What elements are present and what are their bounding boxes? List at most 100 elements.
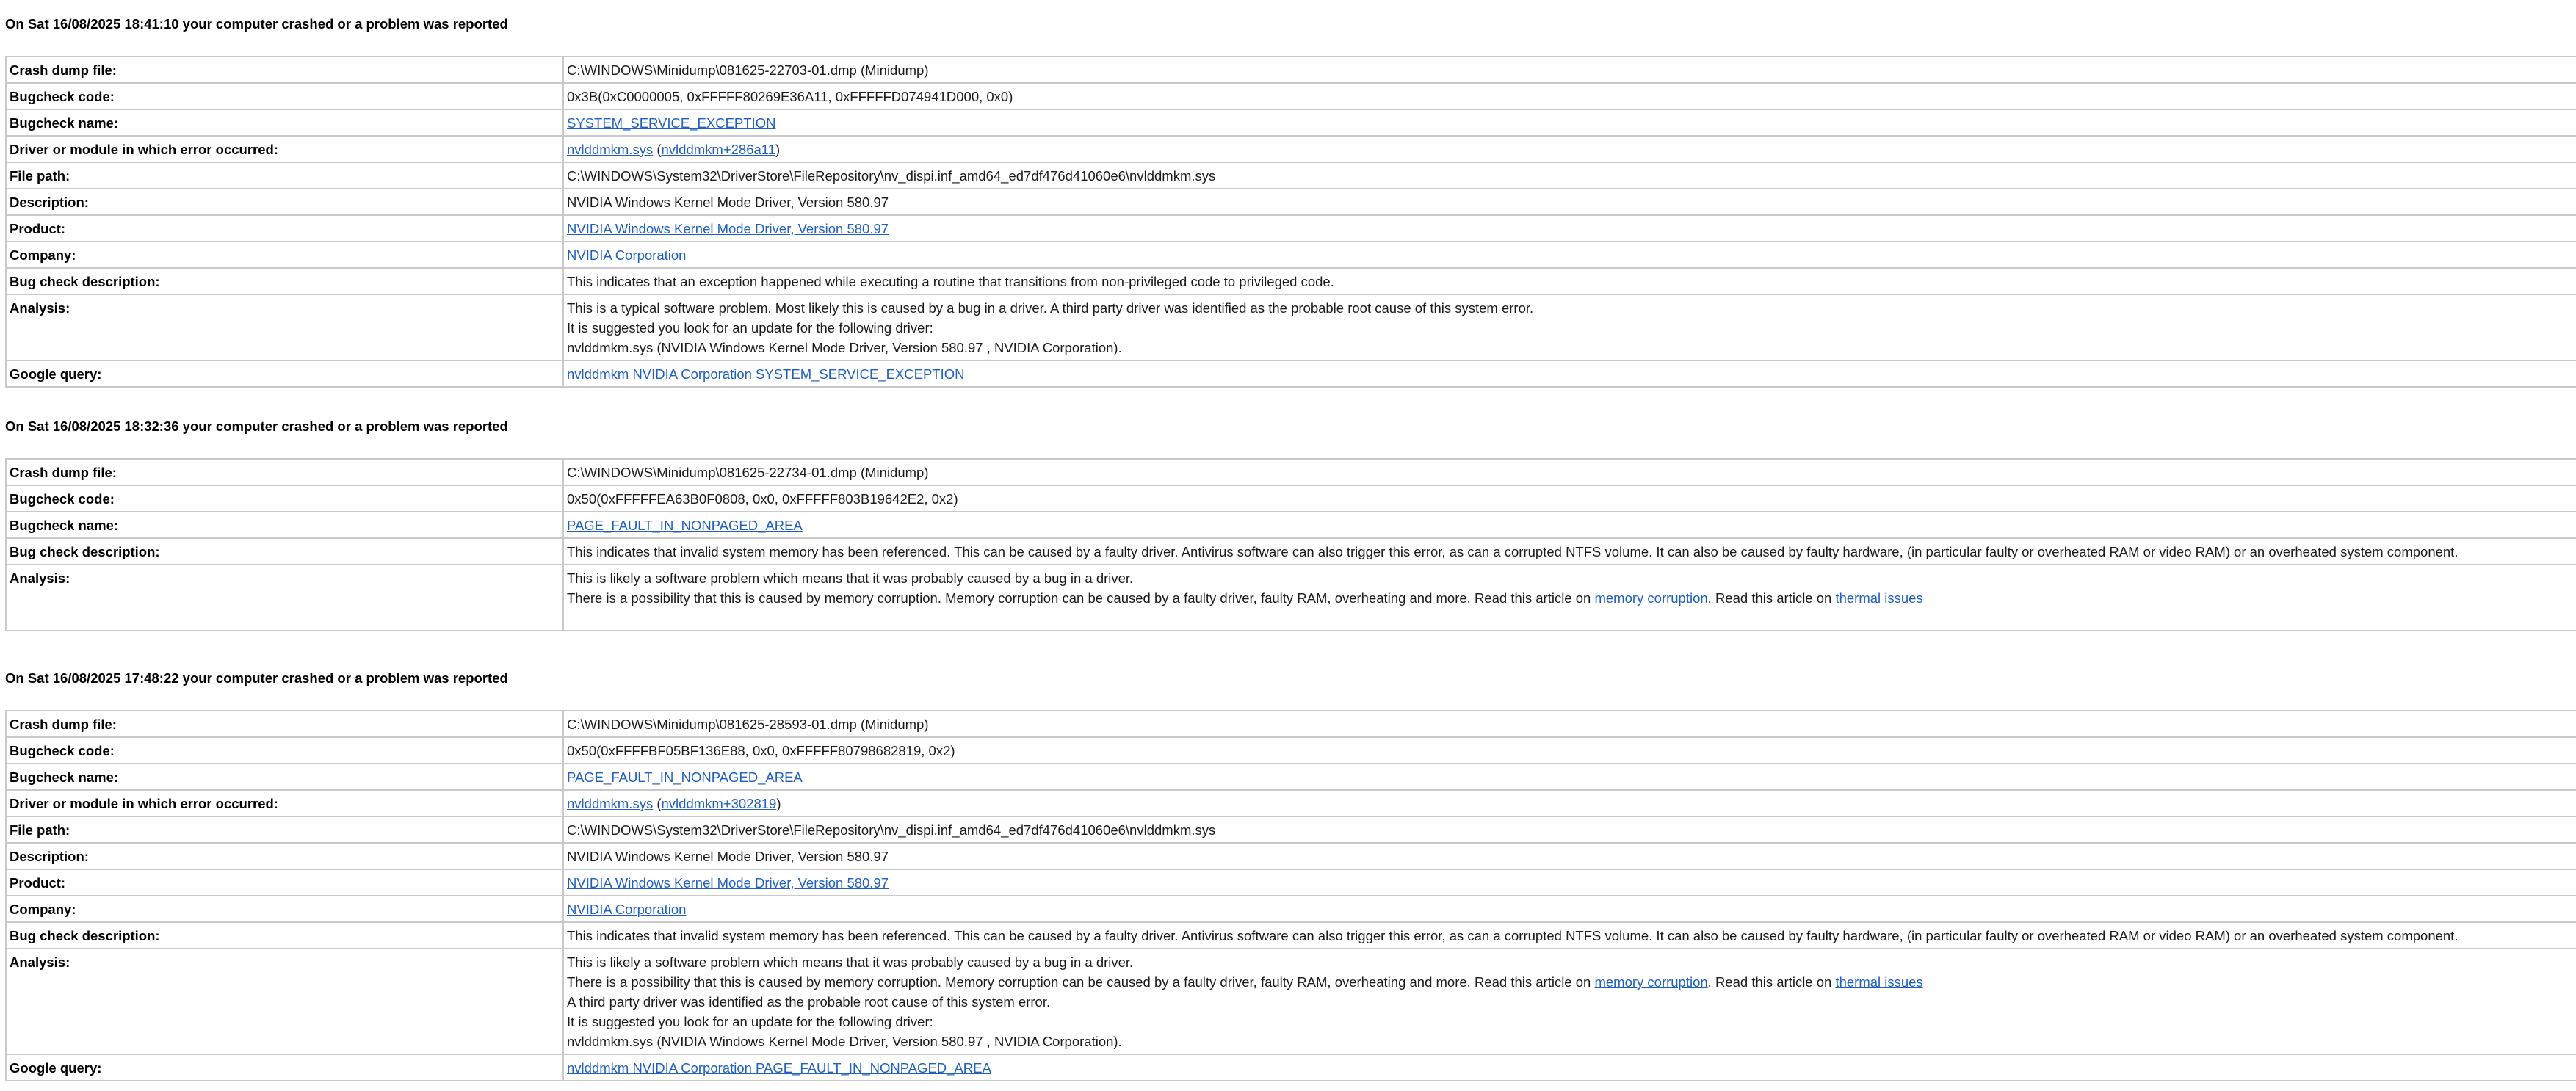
product-cell: NVIDIA Windows Kernel Mode Driver, Versi… xyxy=(562,214,2576,242)
analysis-text: . Read this article on xyxy=(1707,974,1836,990)
product-label: Product: xyxy=(5,214,564,242)
driver-offset-link[interactable]: nvlddmkm+286a11 xyxy=(662,142,775,157)
crash-heading: On Sat 16/08/2025 18:32:36 your computer… xyxy=(5,418,508,434)
driver-module-label: Driver or module in which error occurred… xyxy=(5,135,564,163)
company-label: Company: xyxy=(5,241,564,269)
bugcheck-code-label: Bugcheck code: xyxy=(5,485,564,512)
table-row: Bugcheck name: PAGE_FAULT_IN_NONPAGED_AR… xyxy=(5,763,2576,791)
table-row: Crash dump file: C:\WINDOWS\Minidump\081… xyxy=(5,710,2576,738)
analysis-cell: This is likely a software problem which … xyxy=(562,948,2576,1055)
analysis-line: This is likely a software problem which … xyxy=(567,570,1134,586)
driver-module-cell: nvlddmkm.sys (nvlddmkm+286a11) xyxy=(562,135,2576,163)
analysis-label: Analysis: xyxy=(5,948,564,1055)
analysis-line: A third party driver was identified as t… xyxy=(567,994,1051,1010)
analysis-line: There is a possibility that this is caus… xyxy=(567,588,2576,608)
memory-corruption-link[interactable]: memory corruption xyxy=(1594,590,1707,606)
bugcheck-name-label: Bugcheck name: xyxy=(5,763,564,791)
bugcheck-name-label: Bugcheck name: xyxy=(5,109,564,137)
thermal-issues-link[interactable]: thermal issues xyxy=(1835,974,1922,990)
crash-details-table: Crash dump file: C:\WINDOWS\Minidump\081… xyxy=(5,56,2576,388)
table-row: Analysis: This is likely a software prob… xyxy=(5,564,2576,631)
product-label: Product: xyxy=(5,869,564,896)
table-row: Product: NVIDIA Windows Kernel Mode Driv… xyxy=(5,869,2576,896)
google-query-cell: nvlddmkm NVIDIA Corporation SYSTEM_SERVI… xyxy=(562,360,2576,388)
driver-paren-open: ( xyxy=(653,796,662,811)
table-row: Crash dump file: C:\WINDOWS\Minidump\081… xyxy=(5,56,2576,84)
bug-check-description-label: Bug check description: xyxy=(5,537,564,565)
file-path-label: File path: xyxy=(5,162,564,189)
analysis-label: Analysis: xyxy=(5,294,564,361)
product-cell: NVIDIA Windows Kernel Mode Driver, Versi… xyxy=(562,869,2576,896)
bugcheck-code-value: 0x3B(0xC0000005, 0xFFFFF80269E36A11, 0xF… xyxy=(562,82,2576,110)
driver-offset-link[interactable]: nvlddmkm+302819 xyxy=(662,796,777,811)
table-row: Crash dump file: C:\WINDOWS\Minidump\081… xyxy=(5,458,2576,486)
crash-dump-file-label: Crash dump file: xyxy=(5,56,564,84)
bugcheck-name-link[interactable]: PAGE_FAULT_IN_NONPAGED_AREA xyxy=(567,769,803,785)
description-value: NVIDIA Windows Kernel Mode Driver, Versi… xyxy=(562,188,2576,216)
bug-check-description-value: This indicates that invalid system memor… xyxy=(562,537,2576,565)
bugcheck-name-cell: PAGE_FAULT_IN_NONPAGED_AREA xyxy=(562,763,2576,791)
table-row: Bugcheck code: 0x50(0xFFFFBF05BF136E88, … xyxy=(5,736,2576,764)
bugcheck-code-label: Bugcheck code: xyxy=(5,736,564,764)
file-path-label: File path: xyxy=(5,816,564,844)
bugcheck-name-link[interactable]: PAGE_FAULT_IN_NONPAGED_AREA xyxy=(567,518,803,533)
driver-file-link[interactable]: nvlddmkm.sys xyxy=(567,142,653,157)
description-label: Description: xyxy=(5,842,564,870)
thermal-issues-link[interactable]: thermal issues xyxy=(1835,590,1922,606)
driver-file-link[interactable]: nvlddmkm.sys xyxy=(567,796,653,811)
crash-details-table: Crash dump file: C:\WINDOWS\Minidump\081… xyxy=(5,458,2576,631)
crash-dump-file-value: C:\WINDOWS\Minidump\081625-22734-01.dmp … xyxy=(562,458,2576,486)
table-row: Google query: nvlddmkm NVIDIA Corporatio… xyxy=(5,360,2576,388)
company-cell: NVIDIA Corporation xyxy=(562,895,2576,923)
table-row: Bugcheck code: 0x50(0xFFFFFEA63B0F0808, … xyxy=(5,485,2576,512)
company-link[interactable]: NVIDIA Corporation xyxy=(567,902,686,917)
table-row: Description: NVIDIA Windows Kernel Mode … xyxy=(5,188,2576,216)
crash-dump-file-value: C:\WINDOWS\Minidump\081625-22703-01.dmp … xyxy=(562,56,2576,84)
driver-paren-close: ) xyxy=(776,796,781,811)
analysis-line: This is likely a software problem which … xyxy=(567,954,1134,970)
company-cell: NVIDIA Corporation xyxy=(562,241,2576,269)
table-row: Bug check description: This indicates th… xyxy=(5,921,2576,949)
analysis-line: nvlddmkm.sys (NVIDIA Windows Kernel Mode… xyxy=(567,340,1122,355)
bugcheck-name-cell: SYSTEM_SERVICE_EXCEPTION xyxy=(562,109,2576,137)
analysis-line: nvlddmkm.sys (NVIDIA Windows Kernel Mode… xyxy=(567,1034,1122,1049)
analysis-text: . Read this article on xyxy=(1707,590,1836,606)
memory-corruption-link[interactable]: memory corruption xyxy=(1594,974,1707,990)
table-row: Bugcheck name: SYSTEM_SERVICE_EXCEPTION xyxy=(5,109,2576,137)
crash-dump-file-value: C:\WINDOWS\Minidump\081625-28593-01.dmp … xyxy=(562,710,2576,738)
bug-check-description-label: Bug check description: xyxy=(5,267,564,295)
table-row: Bug check description: This indicates th… xyxy=(5,267,2576,295)
analysis-line: This is a typical software problem. Most… xyxy=(567,300,1534,316)
google-query-label: Google query: xyxy=(5,1054,564,1081)
google-query-link[interactable]: nvlddmkm NVIDIA Corporation PAGE_FAULT_I… xyxy=(567,1060,991,1076)
bugcheck-name-link[interactable]: SYSTEM_SERVICE_EXCEPTION xyxy=(567,115,775,131)
table-row: Google query: nvlddmkm NVIDIA Corporatio… xyxy=(5,1054,2576,1081)
google-query-cell: nvlddmkm NVIDIA Corporation PAGE_FAULT_I… xyxy=(562,1054,2576,1081)
bugcheck-code-value: 0x50(0xFFFFBF05BF136E88, 0x0, 0xFFFFF807… xyxy=(562,736,2576,764)
bugcheck-code-label: Bugcheck code: xyxy=(5,82,564,110)
table-row: Analysis: This is a typical software pro… xyxy=(5,294,2576,361)
description-value: NVIDIA Windows Kernel Mode Driver, Versi… xyxy=(562,842,2576,870)
analysis-line: It is suggested you look for an update f… xyxy=(567,320,933,336)
analysis-line: There is a possibility that this is caus… xyxy=(567,972,2576,992)
table-row: Bugcheck code: 0x3B(0xC0000005, 0xFFFFF8… xyxy=(5,82,2576,110)
table-row: Driver or module in which error occurred… xyxy=(5,789,2576,817)
bug-check-description-value: This indicates that an exception happene… xyxy=(562,267,2576,295)
analysis-cell: This is likely a software problem which … xyxy=(562,564,2576,631)
crash-details-table: Crash dump file: C:\WINDOWS\Minidump\081… xyxy=(5,710,2576,1081)
product-link[interactable]: NVIDIA Windows Kernel Mode Driver, Versi… xyxy=(567,875,889,891)
analysis-text: There is a possibility that this is caus… xyxy=(567,974,1595,990)
driver-module-label: Driver or module in which error occurred… xyxy=(5,789,564,817)
company-link[interactable]: NVIDIA Corporation xyxy=(567,247,686,263)
product-link[interactable]: NVIDIA Windows Kernel Mode Driver, Versi… xyxy=(567,221,889,236)
table-row: File path: C:\WINDOWS\System32\DriverSto… xyxy=(5,816,2576,844)
table-row: Analysis: This is likely a software prob… xyxy=(5,948,2576,1055)
table-row: Product: NVIDIA Windows Kernel Mode Driv… xyxy=(5,214,2576,242)
analysis-line: It is suggested you look for an update f… xyxy=(567,1014,933,1029)
analysis-text: There is a possibility that this is caus… xyxy=(567,590,1595,606)
google-query-link[interactable]: nvlddmkm NVIDIA Corporation SYSTEM_SERVI… xyxy=(567,366,964,382)
driver-paren-close: ) xyxy=(775,142,781,157)
table-row: Bugcheck name: PAGE_FAULT_IN_NONPAGED_AR… xyxy=(5,511,2576,539)
file-path-value: C:\WINDOWS\System32\DriverStore\FileRepo… xyxy=(562,816,2576,844)
crash-dump-file-label: Crash dump file: xyxy=(5,710,564,738)
